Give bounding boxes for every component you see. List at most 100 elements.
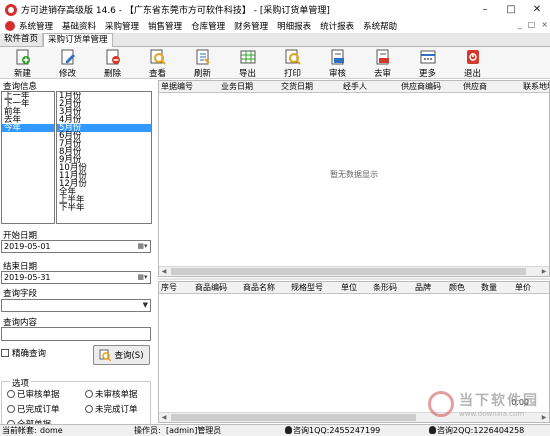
watermark-icon <box>428 391 454 417</box>
scroll-right-icon[interactable]: ▶ <box>539 267 549 276</box>
view-button[interactable]: 查看 <box>135 47 180 79</box>
qq1-contact[interactable]: 咨询1QQ:2455247199 <box>285 425 380 436</box>
column-header[interactable]: 规格型号 <box>289 282 323 294</box>
query-button[interactable]: 查询(S) <box>93 345 150 365</box>
column-header[interactable]: 条形码 <box>371 282 397 294</box>
edit-button[interactable]: 修改 <box>45 47 90 79</box>
column-header[interactable]: 经手人 <box>341 81 367 93</box>
scroll-left-icon[interactable]: ◀ <box>159 413 169 422</box>
qq2-contact[interactable]: 咨询2QQ:1226404258 <box>429 425 524 436</box>
column-header[interactable]: 交货日期 <box>279 81 313 93</box>
query-field-select[interactable]: ▼ <box>1 299 151 312</box>
exact-query-checkbox-row[interactable]: 精确查询 <box>1 347 46 359</box>
year-item-selected[interactable]: 今年 <box>2 124 54 132</box>
new-button[interactable]: 新建 <box>0 47 45 79</box>
exact-query-label: 精确查询 <box>12 349 47 359</box>
print-icon <box>285 49 301 65</box>
mdi-restore-icon[interactable]: □ <box>528 20 536 29</box>
menu-sales[interactable]: 销售管理 <box>148 20 182 32</box>
column-header[interactable]: 供应商编码 <box>399 81 441 93</box>
query-content-input[interactable] <box>1 327 151 341</box>
query-field-label: 查询字段 <box>3 289 38 299</box>
order-grid-header: 单据编号 业务日期 交货日期 经手人 供应商编码 供应商 联系地址 <box>159 81 549 93</box>
window-title: 方可进销存高级版 14.6 - 【广东省东莞市方可软件科技】 - [采购订货单管… <box>21 6 330 16</box>
chevron-down-icon[interactable]: ▼ <box>143 301 148 309</box>
grid-splitter[interactable] <box>158 278 550 280</box>
column-header[interactable]: 联系地址 <box>521 81 549 93</box>
detail-grid-header: 序号 商品编码 商品名称 规格型号 单位 条形码 品牌 颜色 数量 单价 <box>159 282 549 294</box>
column-header[interactable]: 数量 <box>479 282 497 294</box>
menu-stat-report[interactable]: 统计报表 <box>320 20 354 32</box>
horizontal-scrollbar[interactable]: ◀ ▶ <box>159 266 549 276</box>
account-value: dome <box>40 426 63 435</box>
menu-finance[interactable]: 财务管理 <box>234 20 268 32</box>
column-header[interactable]: 商品编码 <box>193 282 227 294</box>
year-list[interactable]: 上一年 下一年 前年 去年 今年 <box>1 91 55 224</box>
exact-query-checkbox[interactable] <box>1 349 9 357</box>
tab-home[interactable]: 软件首页 <box>0 33 44 47</box>
scroll-left-icon[interactable]: ◀ <box>159 267 169 276</box>
unapprove-button[interactable]: 去审 <box>360 47 405 79</box>
more-icon <box>420 49 436 65</box>
query-button-label: 查询(S) <box>114 351 144 361</box>
mdi-close-icon[interactable]: × <box>541 20 548 29</box>
month-item[interactable]: 下半年 <box>57 204 151 213</box>
radio-icon[interactable] <box>7 405 15 413</box>
column-header[interactable]: 单据编号 <box>159 81 193 93</box>
column-header[interactable]: 单价 <box>513 282 531 294</box>
more-button[interactable]: 更多 <box>405 47 450 79</box>
menu-detail-report[interactable]: 明细报表 <box>277 20 311 32</box>
calendar-icon[interactable]: ▦▾ <box>136 242 149 251</box>
approve-button[interactable]: 审核 <box>315 47 360 79</box>
tab-purchase-order[interactable]: 采购订货单管理 <box>43 33 113 47</box>
radio-icon[interactable] <box>85 390 93 398</box>
order-grid[interactable]: 单据编号 业务日期 交货日期 经手人 供应商编码 供应商 联系地址 暂无数据显示… <box>158 80 550 277</box>
column-header[interactable]: 颜色 <box>447 282 465 294</box>
end-date-picker[interactable]: 2019-05-31 ▦▾ <box>1 271 151 284</box>
option-approved[interactable]: 已审核单据 <box>7 388 60 400</box>
column-header[interactable]: 序号 <box>159 282 177 294</box>
column-header[interactable]: 业务日期 <box>219 81 253 93</box>
column-header[interactable]: 商品名称 <box>241 282 275 294</box>
column-header[interactable]: 供应商 <box>461 81 487 93</box>
start-date-picker[interactable]: 2019-05-01 ▦▾ <box>1 240 151 253</box>
radio-icon[interactable] <box>85 405 93 413</box>
column-header[interactable]: 单位 <box>339 282 357 294</box>
option-unapproved[interactable]: 未审核单据 <box>85 388 138 400</box>
mdi-minimize-icon[interactable]: _ <box>518 20 522 29</box>
export-button[interactable]: 导出 <box>225 47 270 79</box>
exit-button[interactable]: 退出 <box>450 47 495 79</box>
scroll-thumb[interactable] <box>171 414 416 421</box>
refresh-icon <box>195 49 211 65</box>
menu-basic-data[interactable]: 基础资料 <box>62 20 96 32</box>
option-completed[interactable]: 已完成订单 <box>7 403 60 415</box>
radio-icon[interactable] <box>7 390 15 398</box>
close-icon[interactable]: ✕ <box>524 0 550 19</box>
menu-logo-icon <box>5 21 15 31</box>
delete-icon <box>105 49 121 65</box>
menu-warehouse[interactable]: 仓库管理 <box>191 20 225 32</box>
view-icon <box>150 49 166 65</box>
month-list[interactable]: 1月份 2月份 3月份 4月份 5月份 6月份 7月份 8月份 9月份 10月份… <box>56 91 152 224</box>
menu-system[interactable]: 系统管理 <box>19 20 53 32</box>
export-icon <box>240 49 256 65</box>
start-date-value: 2019-05-01 <box>4 242 51 251</box>
scroll-thumb[interactable] <box>171 268 526 275</box>
print-button[interactable]: 打印 <box>270 47 315 79</box>
document-tabs: 软件首页 采购订货单管理 <box>0 33 550 47</box>
refresh-button[interactable]: 刷新 <box>180 47 225 79</box>
query-panel: 查询信息 上一年 下一年 前年 去年 今年 1月份 2月份 3月份 4月份 5月… <box>0 79 156 430</box>
delete-button[interactable]: 删除 <box>90 47 135 79</box>
query-search-icon <box>99 349 112 361</box>
maximize-icon[interactable]: □ <box>498 0 524 19</box>
menu-bar: 系统管理 基础资料 采购管理 销售管理 仓库管理 财务管理 明细报表 统计报表 … <box>0 19 550 33</box>
watermark-url: www.downxia.com <box>459 410 525 418</box>
menu-help[interactable]: 系统帮助 <box>363 20 397 32</box>
column-header[interactable]: 品牌 <box>413 282 431 294</box>
app-logo-icon <box>5 3 17 16</box>
menu-purchase[interactable]: 采购管理 <box>105 20 139 32</box>
option-uncompleted[interactable]: 未完成订单 <box>85 403 138 415</box>
calendar-icon[interactable]: ▦▾ <box>136 273 149 282</box>
minimize-icon[interactable]: – <box>472 0 498 19</box>
account-label: 当前帐套: <box>2 426 37 435</box>
